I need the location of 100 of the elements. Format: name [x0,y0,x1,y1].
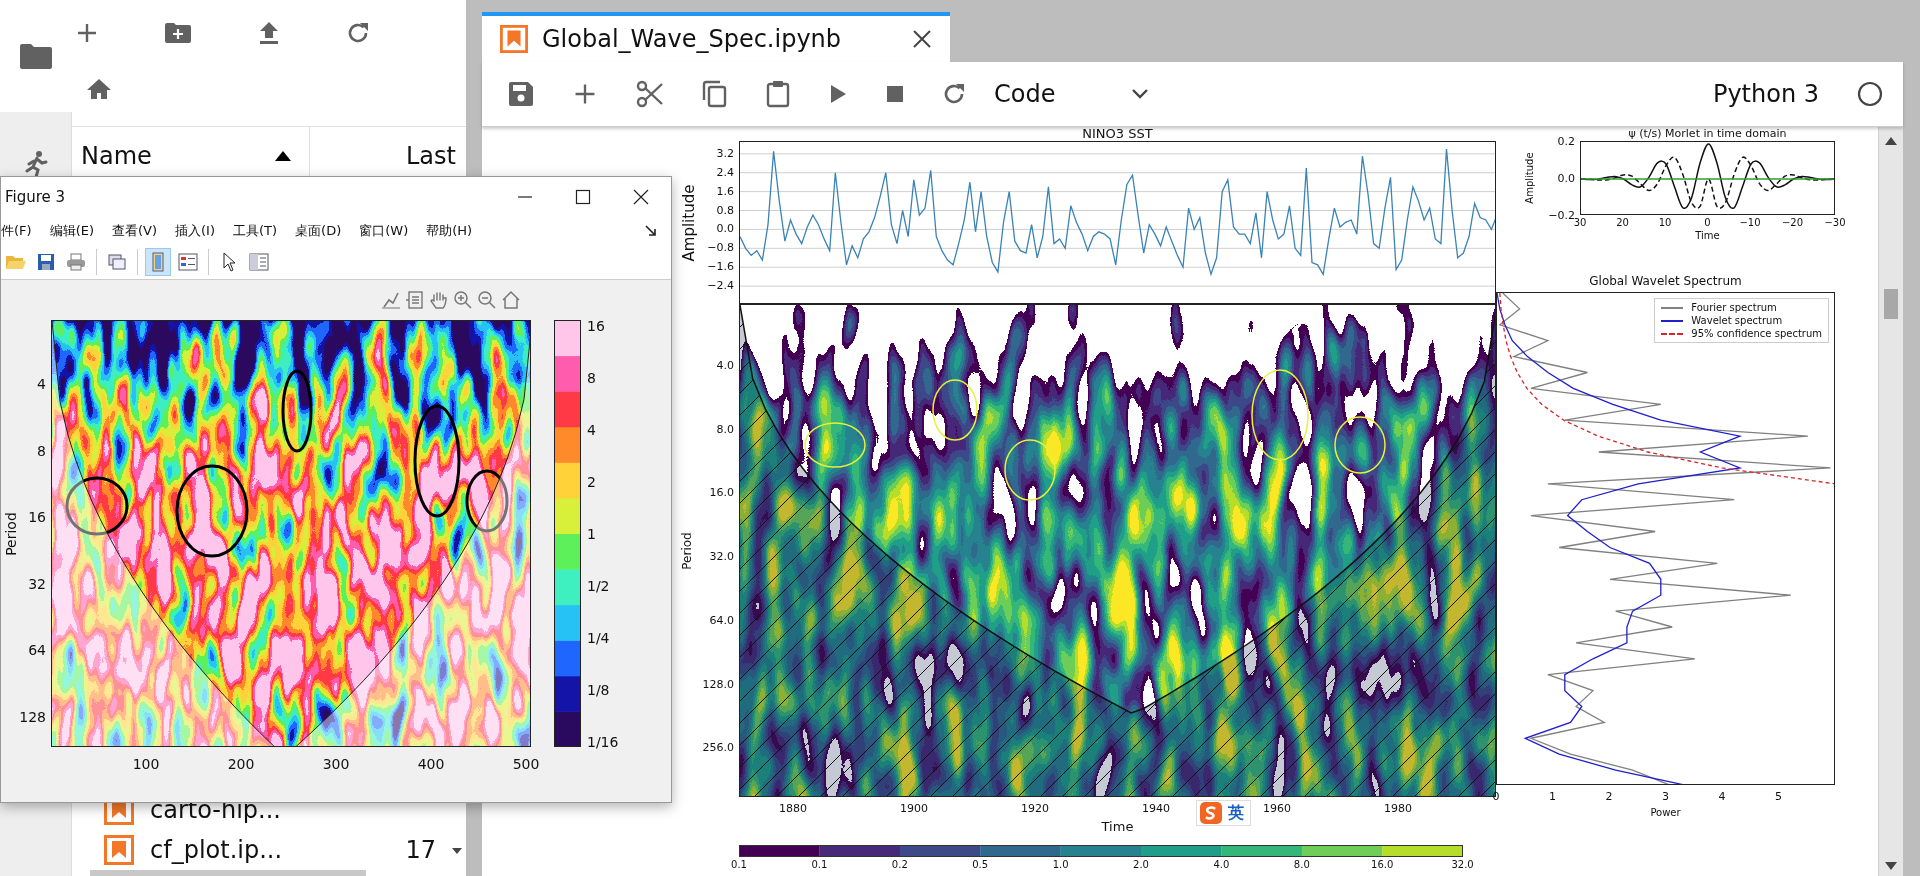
plot-title: NINO3 SST [1081,127,1154,141]
axis-label: Power [1650,807,1681,818]
menu-item[interactable]: 工具(T) [233,222,278,240]
horizontal-scrollbar[interactable] [90,870,366,876]
axis-tick-label: 0 [1704,218,1711,228]
notebook-file-icon [500,25,528,53]
axis-tick-label: 8.0 [716,423,734,435]
sort-ascending-icon[interactable] [275,151,291,161]
menu-item[interactable]: 查看(V) [112,222,158,240]
axis-label: Time [1101,819,1134,834]
axis-label: Amplitude [1524,152,1535,204]
close-icon[interactable] [912,29,932,49]
scissors-icon[interactable] [636,80,664,108]
axis-tick-label: 4 [37,377,46,391]
maximize-icon[interactable] [575,189,591,205]
play-icon[interactable] [828,83,848,105]
dock-arrow-icon[interactable] [645,225,657,237]
axis-tick-label: 8 [37,443,46,458]
copy-icon[interactable] [702,80,728,108]
scroll-down-icon[interactable] [452,848,462,854]
windows-icon [107,253,127,271]
colorbar-icon [151,252,165,272]
axis-tick-label: 100 [132,757,160,771]
colorbar-tick-label: 16 [587,319,605,333]
axis-tick-label: 1980 [1384,803,1412,814]
colorbar-tick-label: 2 [587,475,596,489]
axis-tick-label: 200 [227,757,255,771]
axis-tick-label: 2 [1605,791,1613,802]
column-header[interactable]: Name [81,142,152,170]
axis-tick-label: −10 [1739,218,1761,228]
colorbar-tick-label: 1/8 [587,683,610,697]
axis-tick-label: −1.6 [707,260,734,272]
folder-icon[interactable] [19,42,53,70]
vertical-scrollbar[interactable] [1878,127,1903,876]
axis-label: Amplitude [680,184,698,261]
zoom-out-icon[interactable] [477,290,497,310]
axis-tick-label: 1880 [779,803,807,814]
upload-icon[interactable] [258,20,280,45]
colorbar-tick-label: 1.0 [1052,860,1069,870]
zoom-in-icon[interactable] [453,290,473,310]
window-title: Figure 3 [5,188,66,206]
plus-icon[interactable] [76,21,98,44]
legend-label: Fourier spectrum [1691,302,1777,313]
axis-tick-label: 1920 [1021,803,1049,814]
colorbar-tick-label: 4 [587,423,596,437]
axis-tick-label: 32 [28,576,46,591]
menu-item[interactable]: 插入(I) [175,222,215,240]
notebook-file-icon [104,835,134,865]
menu-item[interactable]: 窗口(W) [359,222,409,240]
home-icon[interactable] [86,77,112,100]
running-person-icon[interactable] [23,150,48,178]
axis-tick-label: 500 [512,757,540,771]
column-header[interactable]: Last [406,142,456,170]
cell-type-dropdown[interactable]: Code [990,80,1154,108]
colorbar-tick-label: 32.0 [1451,860,1474,870]
axis-tick-label: 3.2 [716,147,734,159]
menu-item[interactable]: 帮助(H) [426,222,473,240]
menu-item[interactable]: 件(F) [1,222,32,240]
axis-tick-label: 32.0 [709,550,734,562]
menu-item[interactable]: 编辑(E) [49,222,94,240]
refresh-icon[interactable] [346,20,370,45]
colorbar-tick-label: 1/4 [587,631,610,645]
axis-tick-label: 1.6 [716,185,734,197]
input-mode-label[interactable]: 英 [1228,802,1244,824]
home-icon[interactable] [501,290,521,310]
axis-label: Time [1695,230,1720,241]
axis-tick-label: 300 [322,757,350,771]
data-tip-icon[interactable] [405,290,425,310]
axis-tick-label: 400 [417,757,445,771]
axis-tick-label: 256.0 [702,741,734,753]
clipboard-icon[interactable] [766,80,790,108]
scrollbar-thumb[interactable] [1884,288,1898,319]
save-icon[interactable] [508,81,534,107]
menu-item[interactable]: 桌面(D) [295,222,342,240]
axis-tick-label: 128 [19,710,46,724]
printer-icon [66,253,86,271]
new-folder-icon[interactable] [164,21,192,44]
axis-tick-label: −0.2 [1548,209,1575,221]
scroll-up-icon[interactable] [1885,137,1897,145]
file-modified: 17 [405,836,436,864]
notebook-tab[interactable]: Global_Wave_Spec.ipynb [482,12,950,62]
axis-label: Period [680,531,694,570]
stop-icon[interactable] [886,85,904,103]
restart-icon[interactable] [942,82,966,106]
pan-hand-icon[interactable] [429,290,449,310]
axis-tick-label: 0.0 [716,222,734,234]
scroll-down-icon[interactable] [1885,862,1897,870]
axis-tick-label: 0.8 [716,204,734,215]
colorbar-tick-label: 4.0 [1213,860,1230,870]
axis-tick-label: 4.0 [716,359,734,371]
colorbar-tick-label: 8 [587,371,596,385]
colorbar-tick-label: 8.0 [1293,860,1310,870]
axis-tick-label: 4 [1718,791,1726,802]
colorbar-tick-label: 0.1 [731,860,747,870]
close-icon[interactable] [633,189,649,205]
axis-tick-label: 64.0 [709,614,734,626]
folder-icon [5,253,27,271]
kernel-name[interactable]: Python 3 [1712,80,1819,108]
file-name: cf_plot.ip... [150,836,284,864]
file-row[interactable]: cf_plot.ip... 17 [72,830,466,870]
